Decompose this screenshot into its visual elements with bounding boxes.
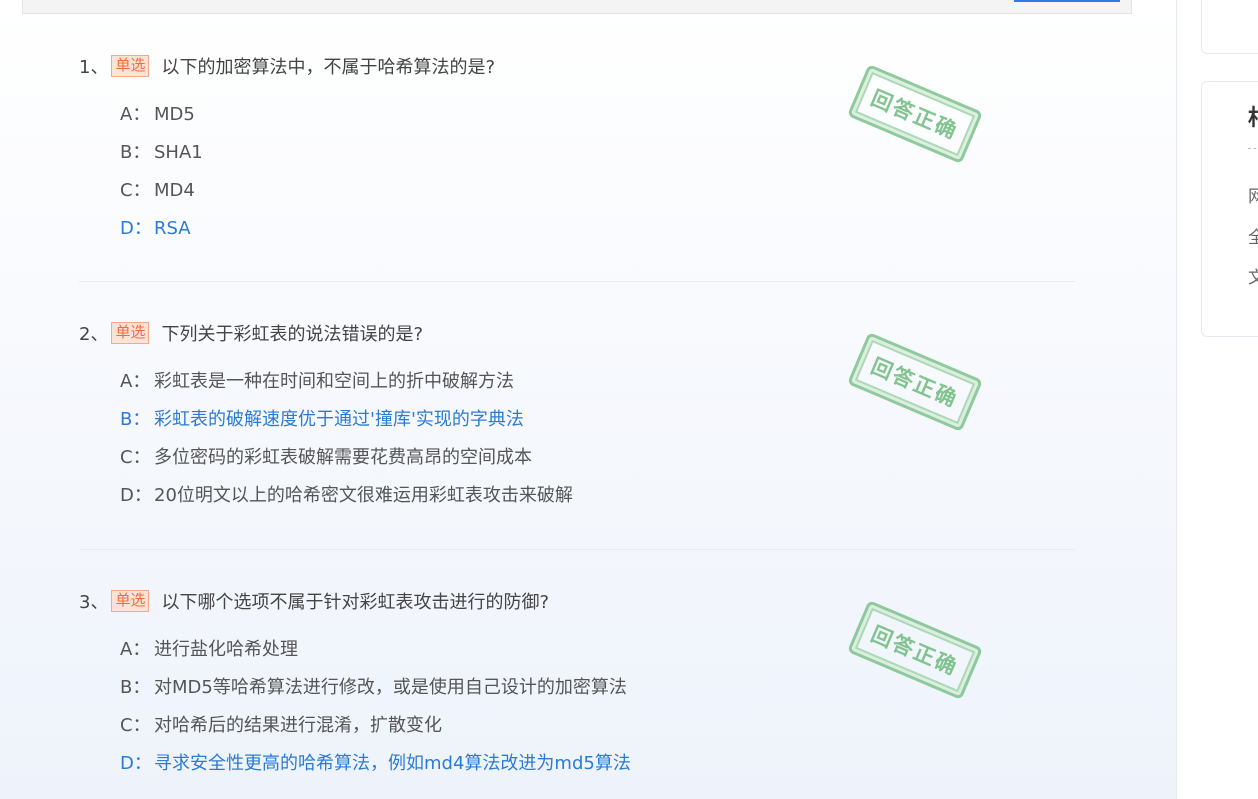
option-text: RSA (154, 218, 191, 239)
option-letter: D： (120, 218, 152, 239)
option-letter: D： (120, 485, 152, 506)
top-toolbar (22, 0, 1132, 14)
option-d[interactable]: D： 寻求安全性更高的哈希算法，例如md4算法改进为md5算法 (120, 745, 1079, 783)
option-letter: C： (120, 447, 151, 468)
top-tab-indicator (1014, 0, 1120, 2)
option-text: MD5 (154, 104, 195, 125)
divider (79, 281, 1075, 282)
option-text: 彩虹表是一种在时间和空间上的折中破解方法 (154, 371, 514, 392)
sidebar-link[interactable]: 网 (1248, 182, 1258, 207)
divider (79, 549, 1075, 550)
question-text: 下列关于彩虹表的说法错误的是? (161, 324, 424, 345)
option-letter: D： (120, 753, 152, 774)
option-text: 对哈希后的结果进行混淆，扩散变化 (154, 715, 442, 736)
option-c[interactable]: C： MD4 (120, 172, 1079, 210)
option-letter: A： (120, 371, 151, 392)
option-c[interactable]: C： 多位密码的彩虹表破解需要花费高昂的空间成本 (120, 439, 1079, 477)
option-d[interactable]: D： RSA (120, 210, 1079, 248)
question-header: 2、 单选 下列关于彩虹表的说法错误的是? (79, 318, 1079, 348)
option-letter: A： (120, 639, 151, 660)
question-text: 以下哪个选项不属于针对彩虹表攻击进行的防御? (161, 592, 550, 613)
option-letter: A： (120, 104, 151, 125)
single-choice-tag: 单选 (111, 322, 150, 344)
option-text: 多位密码的彩虹表破解需要花费高昂的空间成本 (154, 447, 532, 468)
option-text: MD4 (154, 180, 195, 201)
option-letter: B： (120, 677, 151, 698)
question-header: 1、 单选 以下的加密算法中，不属于哈希算法的是? (79, 51, 1079, 81)
question-number: 2、 (79, 324, 109, 345)
sidebar-divider (1248, 148, 1258, 149)
option-letter: C： (120, 715, 151, 736)
option-text: 彩虹表的破解速度优于通过'撞库'实现的字典法 (154, 409, 524, 430)
question-list-panel: 1、 单选 以下的加密算法中，不属于哈希算法的是? A： MD5 B： SHA1 C… (0, 0, 1177, 799)
single-choice-tag: 单选 (111, 590, 150, 612)
question-number: 3、 (79, 592, 109, 613)
option-text: 寻求安全性更高的哈希算法，例如md4算法改进为md5算法 (154, 753, 631, 774)
option-text: 对MD5等哈希算法进行修改，或是使用自己设计的加密算法 (154, 677, 627, 698)
option-letter: C： (120, 180, 151, 201)
option-d[interactable]: D： 20位明文以上的哈希密文很难运用彩虹表攻击来破解 (120, 477, 1079, 515)
question-text: 以下的加密算法中，不属于哈希算法的是? (161, 57, 496, 78)
sidebar-related-card: 相 网 全 文 (1201, 81, 1258, 337)
single-choice-tag: 单选 (111, 55, 150, 77)
option-letter: B： (120, 409, 151, 430)
question-number: 1、 (79, 57, 109, 78)
sidebar-title: 相 (1248, 100, 1258, 132)
sidebar-link[interactable]: 全 (1248, 223, 1258, 248)
question-header: 3、 单选 以下哪个选项不属于针对彩虹表攻击进行的防御? (79, 586, 1079, 616)
sidebar-card-top (1201, 0, 1258, 54)
option-text: 进行盐化哈希处理 (154, 639, 298, 660)
option-letter: B： (120, 142, 151, 163)
option-text: SHA1 (154, 142, 203, 163)
sidebar-link[interactable]: 文 (1248, 263, 1258, 288)
option-text: 20位明文以上的哈希密文很难运用彩虹表攻击来破解 (154, 485, 573, 506)
option-c[interactable]: C： 对哈希后的结果进行混淆，扩散变化 (120, 707, 1079, 745)
